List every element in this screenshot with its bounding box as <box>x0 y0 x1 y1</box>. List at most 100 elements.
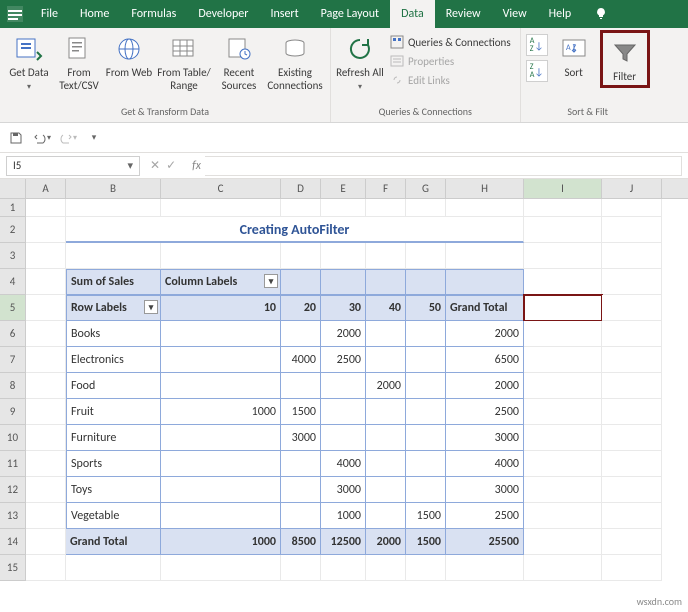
cell[interactable] <box>26 295 66 321</box>
cell[interactable]: 1000 <box>161 529 281 555</box>
pivot-row-label-6[interactable]: Books <box>66 321 161 347</box>
cell[interactable] <box>161 243 281 269</box>
row-labels-dropdown[interactable]: ▾ <box>144 300 158 314</box>
filter-button[interactable]: Filter <box>604 34 646 84</box>
cell[interactable] <box>406 347 446 373</box>
cell[interactable] <box>26 451 66 477</box>
pivot-row-label-7[interactable]: Electronics <box>66 347 161 373</box>
row-header-6[interactable]: 6 <box>0 321 26 347</box>
cell[interactable] <box>524 477 602 503</box>
get-data-button[interactable]: Get Data▾ <box>5 30 53 92</box>
cell[interactable] <box>524 451 602 477</box>
tab-home[interactable]: Home <box>69 0 120 28</box>
col-header-A[interactable]: A <box>26 179 66 198</box>
row-header-2[interactable]: 2 <box>0 217 26 243</box>
cell[interactable] <box>26 217 66 243</box>
cell[interactable]: 3000 <box>446 477 524 503</box>
col-header-B[interactable]: B <box>66 179 161 198</box>
cell[interactable]: 3000 <box>446 425 524 451</box>
cell[interactable] <box>281 555 321 581</box>
cell[interactable] <box>366 243 406 269</box>
cell[interactable] <box>321 269 366 295</box>
cell[interactable]: 2000 <box>366 373 406 399</box>
cell[interactable] <box>66 555 161 581</box>
from-text-csv-button[interactable]: From Text/CSV <box>55 30 103 92</box>
cell[interactable] <box>161 347 281 373</box>
cell[interactable]: 6500 <box>446 347 524 373</box>
cell[interactable] <box>406 555 446 581</box>
existing-connections-button[interactable]: Existing Connections <box>265 30 325 92</box>
row-header-4[interactable]: 4 <box>0 269 26 295</box>
cell[interactable]: 4000 <box>321 451 366 477</box>
recent-sources-button[interactable]: Recent Sources <box>215 30 263 92</box>
cell[interactable] <box>366 321 406 347</box>
cell[interactable] <box>366 269 406 295</box>
cell[interactable] <box>321 425 366 451</box>
cell[interactable]: 1500 <box>406 529 446 555</box>
cell[interactable] <box>161 477 281 503</box>
row-header-13[interactable]: 13 <box>0 503 26 529</box>
pivot-row-label-8[interactable]: Food <box>66 373 161 399</box>
queries-connections-button[interactable]: Queries & Connections <box>386 34 515 50</box>
cell[interactable] <box>602 347 662 373</box>
cell[interactable] <box>161 373 281 399</box>
cell[interactable] <box>66 243 161 269</box>
cell[interactable] <box>281 477 321 503</box>
pivot-col-30[interactable]: 30 <box>321 295 366 321</box>
cell[interactable] <box>26 321 66 347</box>
cell[interactable] <box>366 503 406 529</box>
name-box[interactable]: I5 ▾ <box>6 156 140 176</box>
cell[interactable]: 12500 <box>321 529 366 555</box>
cell[interactable] <box>161 555 281 581</box>
pivot-row-label-13[interactable]: Vegetable <box>66 503 161 529</box>
cell[interactable] <box>26 529 66 555</box>
cell[interactable] <box>406 451 446 477</box>
cell[interactable] <box>321 399 366 425</box>
cell[interactable] <box>524 555 602 581</box>
cell[interactable] <box>161 425 281 451</box>
row-header-1[interactable]: 1 <box>0 199 26 217</box>
cell[interactable] <box>406 425 446 451</box>
from-web-button[interactable]: From Web <box>105 30 153 80</box>
tab-help[interactable]: Help <box>538 0 583 28</box>
pivot-grand-total-label[interactable]: Grand Total <box>66 529 161 555</box>
cell[interactable]: 1000 <box>321 503 366 529</box>
col-header-G[interactable]: G <box>406 179 446 198</box>
cell[interactable] <box>66 199 161 217</box>
tab-developer[interactable]: Developer <box>187 0 259 28</box>
pivot-col-50[interactable]: 50 <box>406 295 446 321</box>
cell[interactable] <box>602 243 662 269</box>
customize-qat-icon[interactable]: ▾ <box>84 128 104 148</box>
row-header-5[interactable]: 5 <box>0 295 26 321</box>
tab-view[interactable]: View <box>492 0 538 28</box>
pivot-col-10[interactable]: 10 <box>161 295 281 321</box>
from-table-range-button[interactable]: From Table/ Range <box>155 30 213 92</box>
pivot-sum-label[interactable]: Sum of Sales <box>66 269 161 295</box>
cell[interactable] <box>281 199 321 217</box>
row-header-15[interactable]: 15 <box>0 555 26 581</box>
cancel-formula-icon[interactable]: ✕ <box>150 158 160 173</box>
cell[interactable] <box>446 199 524 217</box>
cell[interactable] <box>602 217 662 243</box>
cell[interactable] <box>26 347 66 373</box>
undo-icon[interactable]: ▾ <box>32 128 52 148</box>
cell[interactable] <box>446 269 524 295</box>
col-header-F[interactable]: F <box>366 179 406 198</box>
cell[interactable] <box>406 269 446 295</box>
edit-links-button[interactable]: Edit Links <box>386 72 515 88</box>
cell[interactable] <box>321 373 366 399</box>
cell[interactable] <box>26 555 66 581</box>
cell[interactable]: 2000 <box>321 321 366 347</box>
cell[interactable] <box>602 199 662 217</box>
pivot-row-label-9[interactable]: Fruit <box>66 399 161 425</box>
cell[interactable] <box>26 477 66 503</box>
cell[interactable] <box>524 503 602 529</box>
col-header-J[interactable]: J <box>602 179 662 198</box>
save-icon[interactable] <box>6 128 26 148</box>
cell[interactable] <box>366 199 406 217</box>
cell[interactable] <box>366 451 406 477</box>
cell[interactable] <box>321 199 366 217</box>
col-header-E[interactable]: E <box>321 179 366 198</box>
cell[interactable] <box>406 399 446 425</box>
col-header-H[interactable]: H <box>446 179 524 198</box>
